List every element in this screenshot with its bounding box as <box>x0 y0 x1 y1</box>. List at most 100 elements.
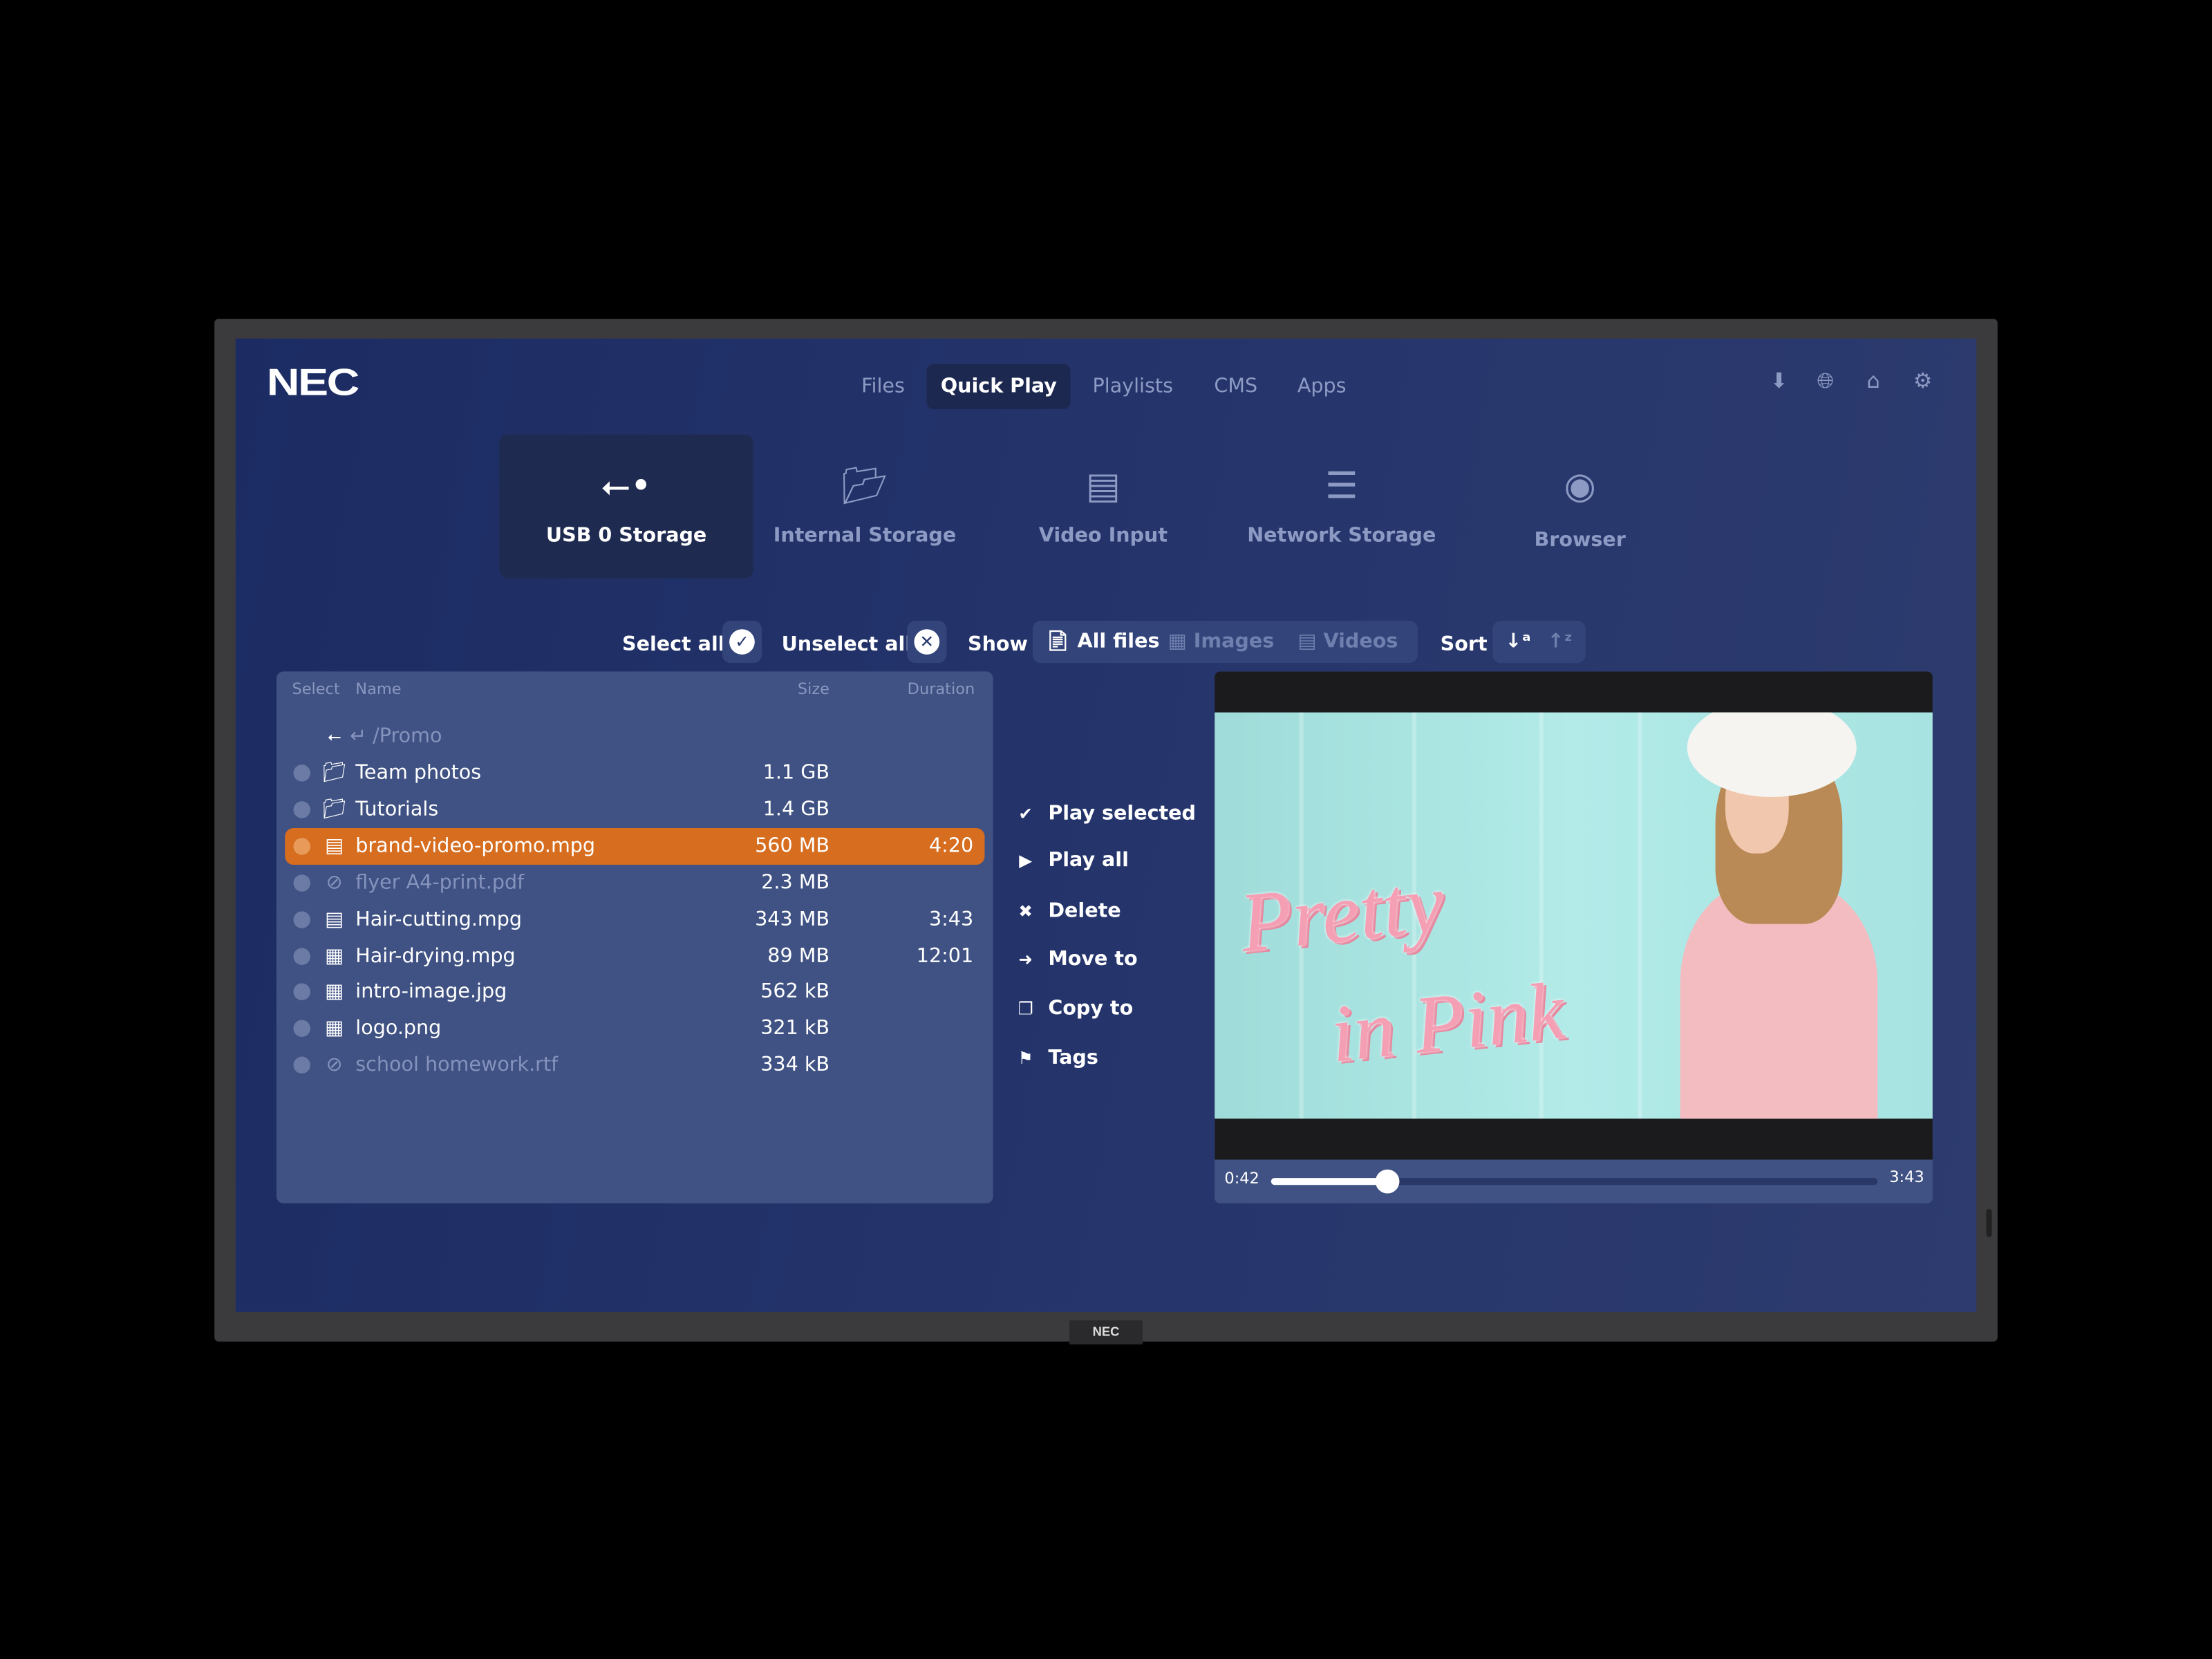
source-browser[interactable]: ◉ Browser <box>1453 435 1707 579</box>
x-icon: ✕ <box>914 629 940 655</box>
file-row[interactable]: ⊘ school homework.rtf 334 kB <box>285 1047 984 1084</box>
globe-icon[interactable]: 🌐︎ <box>1812 368 1838 394</box>
filter-images[interactable]: ▦ Images <box>1168 621 1274 663</box>
select-radio[interactable] <box>293 800 310 818</box>
action-tags[interactable]: ⚑ Tags <box>1014 1041 1098 1075</box>
tab-quick-play[interactable]: Quick Play <box>926 364 1071 409</box>
tab-cms[interactable]: CMS <box>1200 364 1272 409</box>
video-player[interactable]: Pretty in Pink <box>1215 671 1933 1160</box>
play-icon: ▶ <box>1019 850 1033 871</box>
x-circle-icon: ✖ <box>1018 901 1033 921</box>
screen: NEC Files Quick Play Playlists CMS Apps … <box>235 338 1977 1312</box>
source-video-input[interactable]: ▤ Video Input <box>976 435 1230 579</box>
action-move-to[interactable]: ➜ Move to <box>1014 942 1137 976</box>
current-time: 0:42 <box>1224 1169 1259 1188</box>
filter-label: Videos <box>1323 630 1398 653</box>
file-row[interactable]: ▤ Hair-cutting.mpg 343 MB 3:43 <box>285 901 984 937</box>
file-row[interactable]: ▤ brand-video-promo.mpg 560 MB 4:20 <box>285 827 985 865</box>
select-radio[interactable] <box>293 947 310 964</box>
filter-label: All files <box>1077 630 1160 653</box>
select-radio[interactable] <box>293 910 310 928</box>
sort-group: ↓ᵃ ↑ᶻ <box>1492 620 1586 664</box>
action-label: Tags <box>1048 1047 1098 1069</box>
sort-label: Sort <box>1440 633 1488 656</box>
check-icon: ✓ <box>729 629 755 655</box>
unsupported-icon: ⊘ <box>326 871 343 894</box>
select-radio[interactable] <box>293 1056 310 1074</box>
parent-folder-row[interactable]: ⭠ ↵ /Promo <box>285 718 984 755</box>
select-all-button[interactable]: ✓ <box>722 620 762 664</box>
file-size: 1.4 GB <box>762 798 830 821</box>
arrow-circle-icon: ➜ <box>1018 949 1033 970</box>
source-label: Browser <box>1534 529 1626 552</box>
file-icon: 📄︎ <box>1045 630 1071 653</box>
file-row[interactable]: 📁︎ Team photos 1.1 GB <box>285 755 984 791</box>
sort-descending-icon[interactable]: ↑ᶻ <box>1548 621 1573 663</box>
file-size: 334 kB <box>760 1053 830 1077</box>
unselect-all-label: Unselect all <box>781 633 912 656</box>
check-circle-icon: ✔ <box>1018 804 1033 824</box>
usb-icon: ⭠ <box>327 727 341 747</box>
video-preview: Pretty in Pink 0:42 3:43 <box>1215 671 1933 1203</box>
filter-label: Images <box>1193 630 1275 653</box>
action-play-all[interactable]: ▶ Play all <box>1014 843 1129 877</box>
filter-videos[interactable]: ▤ Videos <box>1298 621 1398 663</box>
select-radio[interactable] <box>293 874 310 892</box>
unselect-all-button[interactable]: ✕ <box>907 620 947 664</box>
usb-icon: ⭠• <box>601 465 652 508</box>
tab-files[interactable]: Files <box>847 364 919 409</box>
file-name: Team photos <box>355 762 482 785</box>
file-row[interactable]: ▦ intro-image.jpg 562 kB <box>285 974 984 1011</box>
chrome-icon: ◉ <box>1564 465 1596 508</box>
image-text: in Pink <box>1326 964 1568 1080</box>
file-row[interactable]: ⊘ flyer A4-print.pdf 2.3 MB <box>285 864 984 901</box>
unsupported-icon: ⊘ <box>326 1053 343 1077</box>
header-name: Name <box>355 679 402 699</box>
file-name: logo.png <box>355 1018 442 1040</box>
file-name: Hair-drying.mpg <box>355 944 516 967</box>
source-internal-storage[interactable]: 📂︎ Internal Storage <box>738 435 991 579</box>
tags-icon: ⚑ <box>1018 1048 1033 1068</box>
folder-open-icon: 📂︎ <box>841 465 888 508</box>
source-usb[interactable]: ⭠• USB 0 Storage <box>499 434 753 579</box>
select-radio[interactable] <box>293 1020 310 1038</box>
sort-ascending-icon[interactable]: ↓ᵃ <box>1506 621 1531 663</box>
seek-fill <box>1271 1178 1387 1185</box>
source-label: Network Storage <box>1247 525 1436 547</box>
select-radio[interactable] <box>293 837 310 855</box>
action-delete[interactable]: ✖ Delete <box>1014 894 1121 928</box>
action-label: Play all <box>1048 849 1129 872</box>
select-radio[interactable] <box>293 765 310 782</box>
file-size: 1.1 GB <box>762 762 830 785</box>
filter-group: 📄︎ All files ▦ Images ▤ Videos <box>1032 620 1418 664</box>
download-icon[interactable]: ⬇ <box>1766 368 1792 394</box>
tab-apps[interactable]: Apps <box>1283 364 1360 409</box>
file-size: 321 kB <box>760 1018 830 1040</box>
file-list-panel: Select Name Size Duration ⭠ ↵ /Promo 📁︎ … <box>276 671 993 1203</box>
filter-all-files[interactable]: 📄︎ All files <box>1045 621 1159 663</box>
action-copy-to[interactable]: ❐ Copy to <box>1014 992 1134 1026</box>
image-icon: ▦ <box>325 1018 344 1040</box>
action-play-selected[interactable]: ✔ Play selected <box>1014 797 1196 831</box>
header-select: Select <box>292 679 340 699</box>
gear-icon[interactable]: ⚙ <box>1910 368 1936 394</box>
file-name: school homework.rtf <box>355 1053 559 1077</box>
source-network-storage[interactable]: ☰ Network Storage <box>1215 435 1468 579</box>
source-label: USB 0 Storage <box>545 525 707 547</box>
action-label: Play selected <box>1048 803 1197 825</box>
image-icon: ▦ <box>325 981 344 1004</box>
file-name: brand-video-promo.mpg <box>355 834 596 858</box>
file-row[interactable]: 📁︎ Tutorials 1.4 GB <box>285 791 984 828</box>
select-radio[interactable] <box>293 984 310 1001</box>
tab-playlists[interactable]: Playlists <box>1078 364 1187 409</box>
seek-handle[interactable] <box>1375 1169 1399 1194</box>
wifi-icon[interactable]: ⌂ <box>1861 368 1886 394</box>
file-row[interactable]: ▦ logo.png 321 kB <box>285 1011 984 1047</box>
film-icon: ▤ <box>325 908 344 931</box>
source-label: Video Input <box>1038 525 1168 547</box>
file-row[interactable]: ▦ Hair-drying.mpg 89 MB 12:01 <box>285 937 984 974</box>
film-icon: ▤ <box>1297 630 1317 653</box>
seek-slider[interactable] <box>1271 1169 1878 1194</box>
film-icon: ▤ <box>325 834 344 858</box>
path-label: ↵ /Promo <box>350 724 442 748</box>
